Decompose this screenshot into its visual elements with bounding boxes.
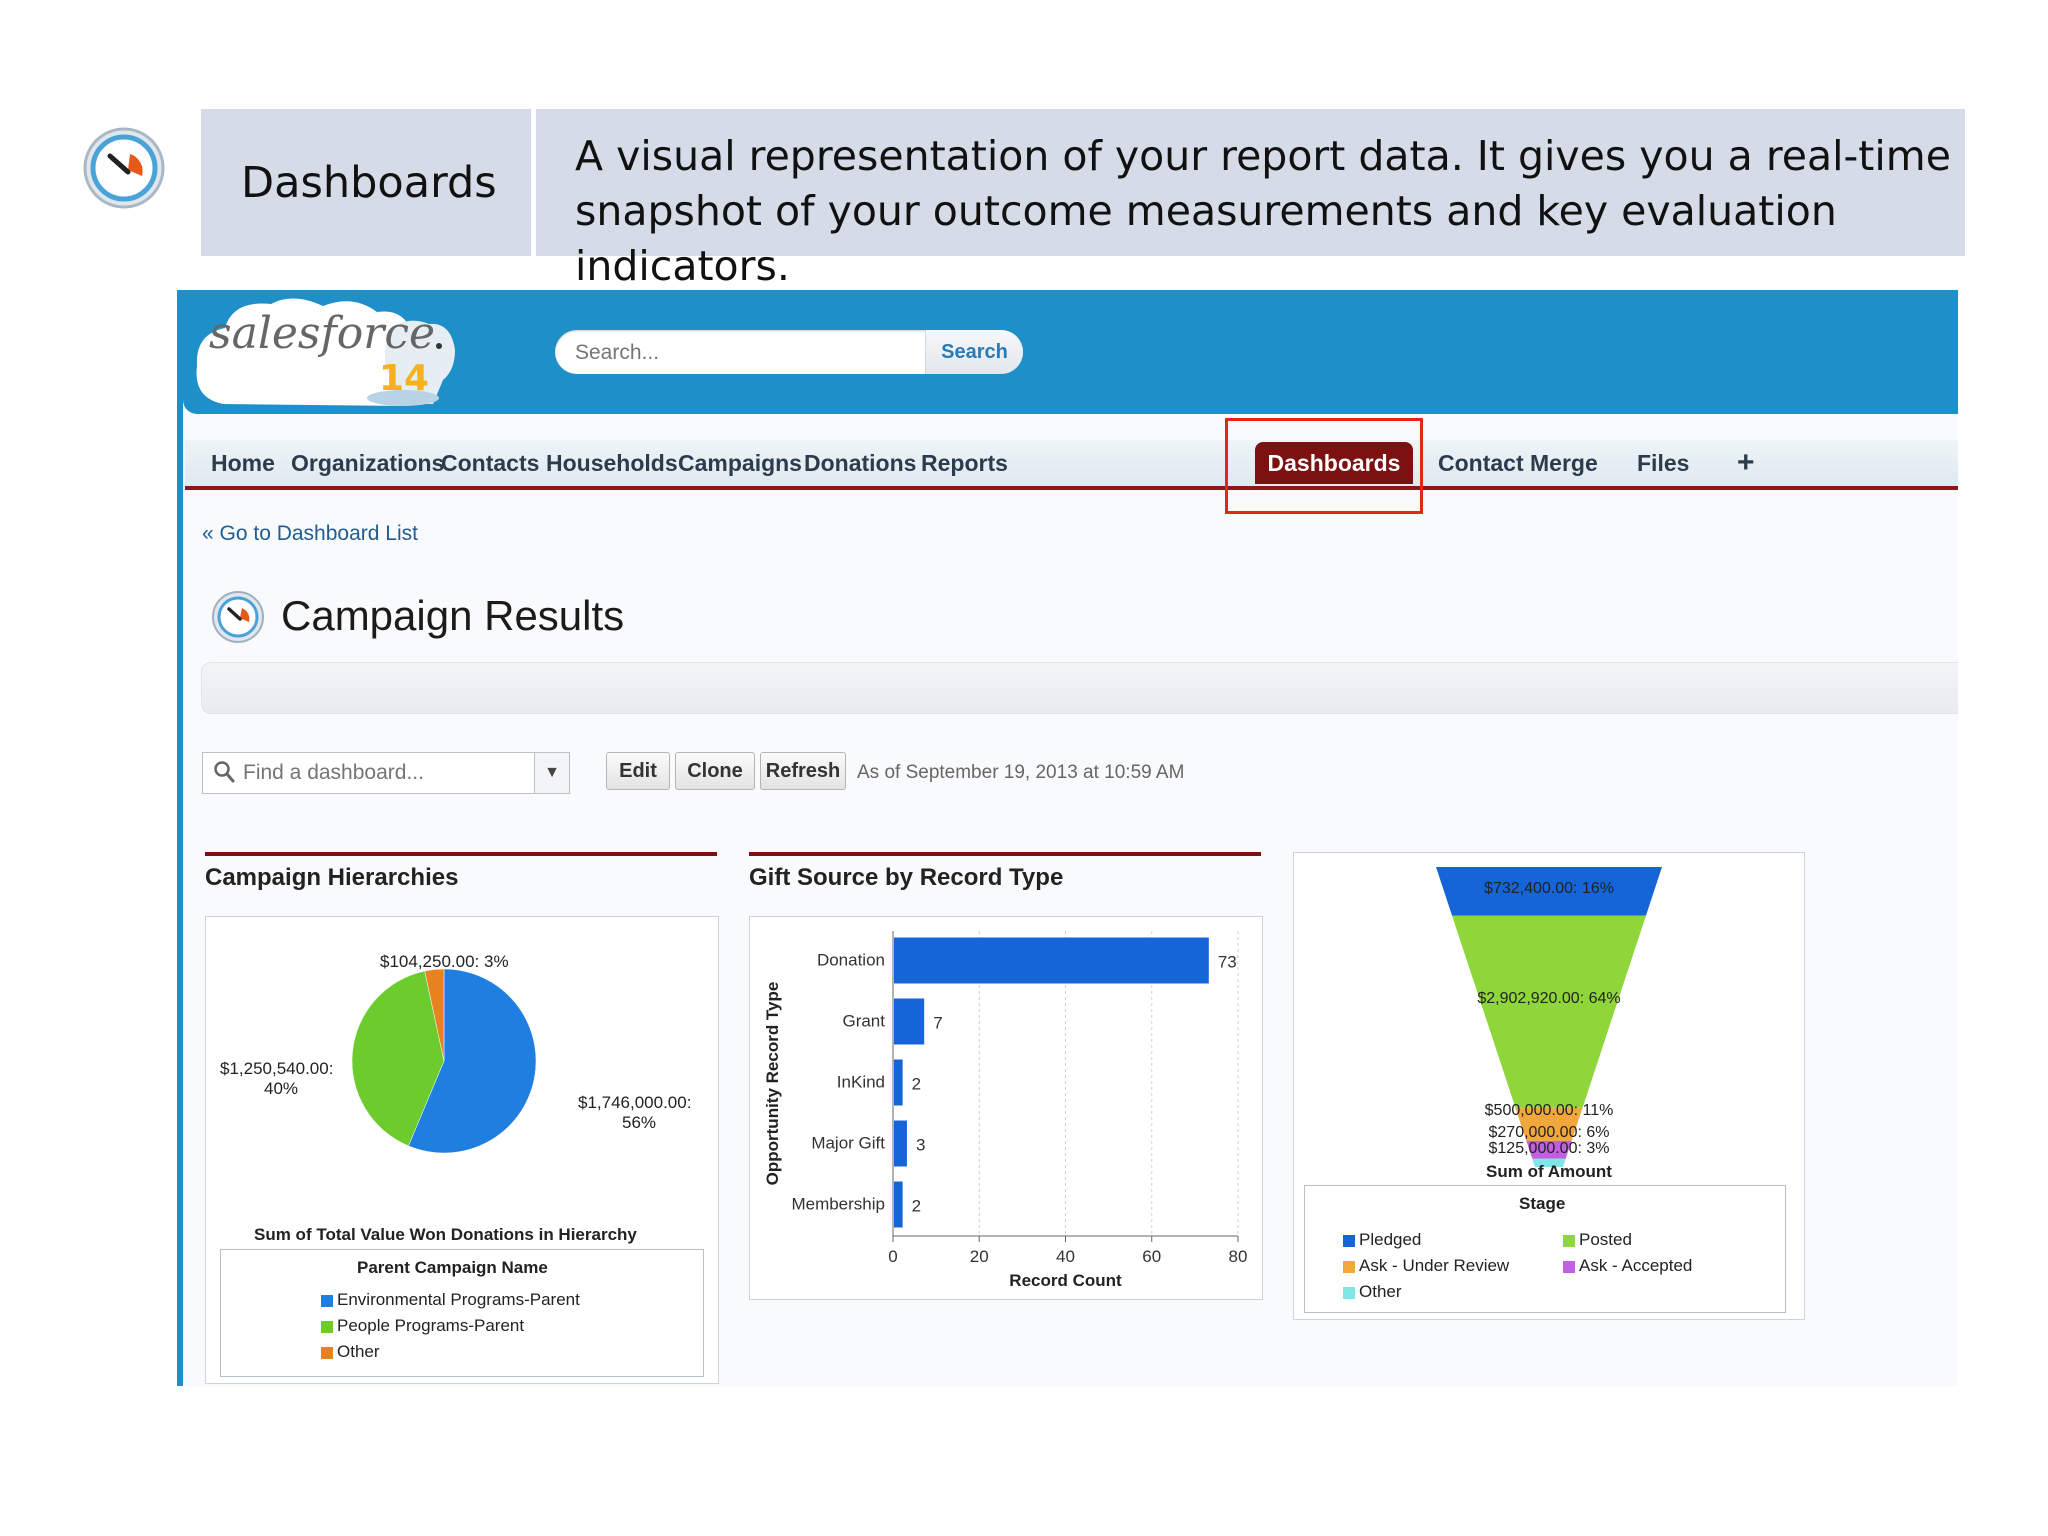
funnel-chart-panel[interactable]: $732,400.00: 16% $2,902,920.00: 64% $500,0… bbox=[1293, 852, 1805, 1320]
title-band bbox=[201, 662, 1958, 714]
pie-legend-item: Other bbox=[321, 1342, 380, 1362]
banner-title: Dashboards bbox=[241, 158, 497, 208]
pie-label-other: $104,250.00: 3% bbox=[380, 952, 509, 971]
pie-legend-item: People Programs-Parent bbox=[321, 1316, 524, 1336]
funnel-legend-item: Ask - Under Review bbox=[1343, 1256, 1509, 1276]
x-tick-label: 40 bbox=[1056, 1247, 1075, 1266]
edit-button[interactable]: Edit bbox=[606, 752, 670, 790]
pie-label-env-pct: 56% bbox=[622, 1113, 657, 1132]
tab-home[interactable]: Home bbox=[211, 450, 275, 477]
bar bbox=[894, 998, 925, 1045]
bar-value-label: 2 bbox=[912, 1197, 921, 1216]
salesforce-logo[interactable]: salesforce 14 bbox=[193, 294, 523, 408]
funnel-value-label: $2,902,920.00: 64% bbox=[1477, 990, 1620, 1007]
tab-campaigns[interactable]: Campaigns bbox=[678, 450, 802, 477]
category-label: Grant bbox=[842, 1012, 885, 1031]
funnel-legend-title: Stage bbox=[1519, 1194, 1566, 1213]
funnel-axis-title: Sum of Amount bbox=[1486, 1162, 1612, 1181]
tab-contact-merge[interactable]: Contact Merge bbox=[1438, 450, 1598, 477]
bar bbox=[894, 937, 1209, 984]
find-dashboard-input[interactable] bbox=[241, 757, 525, 789]
dashboard-title-icon bbox=[211, 590, 265, 644]
left-accent-bar bbox=[177, 290, 183, 1386]
funnel-legend-item: Ask - Accepted bbox=[1563, 1256, 1692, 1276]
category-label: Membership bbox=[791, 1195, 885, 1214]
funnel-legend: Stage Pledged Posted Ask - Under Review … bbox=[1304, 1185, 1786, 1313]
salesforce-screenshot: salesforce 14 Search Home Organizations … bbox=[177, 290, 1958, 1386]
banner-description: A visual representation of your report d… bbox=[575, 132, 1951, 290]
funnel-chart: $732,400.00: 16% $2,902,920.00: 64% $500,0… bbox=[1436, 867, 1662, 1181]
tab-households[interactable]: Households bbox=[546, 450, 678, 477]
tab-contacts[interactable]: Contacts bbox=[441, 450, 539, 477]
pie-label-people-value: $1,250,540.00: bbox=[220, 1059, 334, 1078]
category-label: Major Gift bbox=[811, 1134, 885, 1153]
category-label: InKind bbox=[837, 1073, 885, 1092]
tab-organizations[interactable]: Organizations bbox=[291, 450, 444, 477]
panel-title-campaign-hierarchies: Campaign Hierarchies bbox=[205, 864, 459, 891]
page-title: Campaign Results bbox=[281, 592, 625, 639]
funnel-value-label: $270,000.00: 6% bbox=[1489, 1124, 1610, 1141]
global-search: Search bbox=[555, 330, 1023, 374]
bar bbox=[894, 1059, 903, 1106]
bar-value-label: 3 bbox=[916, 1136, 925, 1155]
pie-legend: Parent Campaign Name Environmental Progr… bbox=[220, 1249, 704, 1377]
logo-version: 14 bbox=[379, 358, 430, 399]
category-label: Donation bbox=[817, 951, 885, 970]
x-tick-label: 20 bbox=[970, 1247, 989, 1266]
funnel-segment bbox=[1452, 915, 1646, 1108]
bar-value-label: 7 bbox=[933, 1014, 942, 1033]
pie-axis-label: Sum of Total Value Won Donations in Hier… bbox=[254, 1225, 637, 1244]
panel-title-gift-source: Gift Source by Record Type bbox=[749, 864, 1064, 891]
search-icon bbox=[214, 761, 235, 783]
pie-label-people-pct: 40% bbox=[264, 1079, 299, 1098]
panel-rule bbox=[205, 852, 717, 856]
add-tab-icon[interactable]: + bbox=[1737, 446, 1755, 480]
pie-legend-item: Environmental Programs-Parent bbox=[321, 1290, 580, 1310]
funnel-value-label: $500,000.00: 11% bbox=[1485, 1102, 1614, 1119]
search-button[interactable]: Search bbox=[925, 330, 1023, 374]
funnel-legend-item: Pledged bbox=[1343, 1230, 1421, 1250]
bar bbox=[894, 1120, 907, 1167]
last-refreshed-timestamp: As of September 19, 2013 at 10:59 AM bbox=[857, 762, 1185, 783]
tab-reports[interactable]: Reports bbox=[921, 450, 1008, 477]
funnel-legend-item: Other bbox=[1343, 1282, 1402, 1302]
tab-files[interactable]: Files bbox=[1637, 450, 1689, 477]
tab-bar: Home Organizations Contacts Households C… bbox=[185, 440, 1958, 490]
refresh-button[interactable]: Refresh bbox=[760, 752, 846, 790]
pie-label-env-value: $1,746,000.00: bbox=[578, 1093, 692, 1112]
bar bbox=[894, 1181, 903, 1228]
bar-value-label: 73 bbox=[1218, 953, 1237, 972]
search-input[interactable] bbox=[573, 334, 917, 372]
funnel-value-label: $732,400.00: 16% bbox=[1484, 880, 1614, 897]
chevron-down-icon[interactable]: ▼ bbox=[534, 753, 569, 793]
header-bar: salesforce 14 Search bbox=[183, 290, 1958, 414]
breadcrumb-link[interactable]: « Go to Dashboard List bbox=[202, 522, 418, 546]
x-tick-label: 60 bbox=[1142, 1247, 1161, 1266]
x-tick-label: 80 bbox=[1229, 1247, 1248, 1266]
logo-wordmark: salesforce bbox=[209, 308, 435, 359]
pie-chart-panel[interactable]: $104,250.00: 3% $1,250,540.00: 40% $1,74… bbox=[205, 916, 719, 1384]
bar-value-label: 2 bbox=[912, 1075, 921, 1094]
funnel-value-label: $125,000.00: 3% bbox=[1489, 1140, 1610, 1157]
panel-rule bbox=[749, 852, 1261, 856]
pie-legend-title: Parent Campaign Name bbox=[357, 1258, 548, 1277]
x-tick-label: 0 bbox=[888, 1247, 897, 1266]
tab-donations[interactable]: Donations bbox=[804, 450, 916, 477]
y-axis-title: Opportunity Record Type bbox=[763, 982, 782, 1186]
x-axis-title: Record Count bbox=[1009, 1271, 1122, 1290]
funnel-legend-item: Posted bbox=[1563, 1230, 1632, 1250]
dashboards-tab-highlight bbox=[1225, 418, 1423, 514]
dashboard-gauge-icon bbox=[82, 126, 166, 210]
bar-chart: 0 20 40 60 80 Donation 73 Grant 7 InKind 2 Major Gi… bbox=[763, 931, 1248, 1290]
clone-button[interactable]: Clone bbox=[675, 752, 755, 790]
bar-chart-panel[interactable]: 0 20 40 60 80 Donation 73 Grant 7 InKind 2 Major Gi… bbox=[749, 916, 1263, 1300]
find-dashboard-combobox: ▼ bbox=[202, 752, 570, 794]
